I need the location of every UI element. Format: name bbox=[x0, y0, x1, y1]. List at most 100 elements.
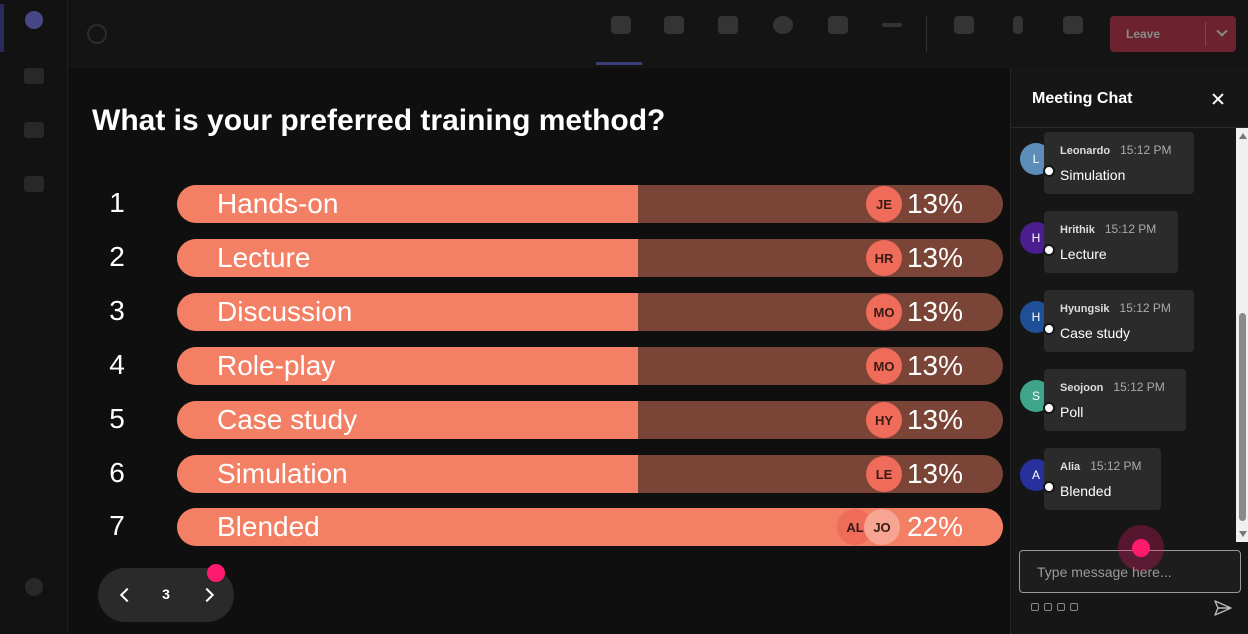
message-bubble[interactable]: Hyungsik 15:12 PM Case study bbox=[1044, 290, 1194, 352]
scroll-thumb[interactable] bbox=[1239, 313, 1246, 521]
message-text: Blended bbox=[1060, 483, 1112, 499]
option-label: Blended bbox=[217, 511, 320, 542]
voter-avatar: MO bbox=[866, 348, 902, 384]
option-rank: 1 bbox=[109, 187, 125, 218]
option-label: Discussion bbox=[217, 296, 353, 327]
result-bar: Hands-on JE 13% bbox=[177, 185, 1003, 223]
chevron-left-icon bbox=[119, 587, 135, 603]
send-icon[interactable] bbox=[1214, 600, 1232, 616]
gif-icon[interactable] bbox=[1070, 603, 1078, 611]
chevron-down-icon[interactable] bbox=[1216, 25, 1228, 37]
poll-option-row: 3 Discussion MO 13% bbox=[68, 293, 1010, 331]
leave-divider bbox=[1205, 22, 1206, 46]
smile-icon bbox=[773, 16, 793, 34]
cursor-dot bbox=[1132, 539, 1150, 557]
chat-message: A Alia 15:12 PM Blended bbox=[1011, 446, 1231, 510]
option-rank: 7 bbox=[109, 510, 125, 541]
previous-button[interactable] bbox=[115, 585, 135, 605]
share-button[interactable] bbox=[1047, 10, 1099, 60]
option-rank: 2 bbox=[109, 241, 125, 272]
sender-name: Alia bbox=[1060, 461, 1081, 473]
page-number: 3 bbox=[162, 586, 170, 602]
chat-message: S Seojoon 15:12 PM Poll bbox=[1011, 367, 1231, 431]
poll-option-row: 6 Simulation LE 13% bbox=[68, 455, 1010, 493]
leave-button[interactable]: Leave bbox=[1110, 16, 1236, 52]
result-bar: Case study HY 13% bbox=[177, 401, 1003, 439]
shield-icon bbox=[87, 24, 107, 44]
presence-status-icon bbox=[1043, 481, 1055, 493]
option-rank: 3 bbox=[109, 295, 125, 326]
option-rank: 6 bbox=[109, 457, 125, 488]
more-icon bbox=[882, 23, 902, 27]
message-time: 15:12 PM bbox=[1113, 380, 1165, 394]
message-text: Poll bbox=[1060, 404, 1084, 420]
result-bar: Discussion MO 13% bbox=[177, 293, 1003, 331]
voter-avatar: LE bbox=[866, 456, 902, 492]
option-percent: 22% bbox=[906, 511, 963, 542]
rail-item-calendar[interactable] bbox=[0, 176, 68, 192]
voter-avatar: JE bbox=[866, 186, 902, 222]
sender-name: Seojoon bbox=[1060, 382, 1104, 394]
react-button[interactable] bbox=[757, 10, 809, 60]
rail-item-help[interactable] bbox=[0, 578, 68, 596]
option-label: Hands-on bbox=[217, 188, 339, 219]
message-bubble[interactable]: Hrithik 15:12 PM Lecture bbox=[1044, 211, 1178, 273]
option-percent: 13% bbox=[906, 404, 963, 435]
view-button[interactable] bbox=[812, 10, 864, 60]
toolbar-divider bbox=[926, 16, 927, 52]
help-icon bbox=[25, 578, 43, 596]
chat-button[interactable] bbox=[595, 10, 647, 60]
calendar-icon bbox=[24, 176, 44, 192]
emoji-icon[interactable] bbox=[1057, 603, 1065, 611]
format-icon[interactable] bbox=[1031, 603, 1039, 611]
chat-message: L Leonardo 15:12 PM Simulation bbox=[1011, 130, 1231, 194]
scroll-down-icon[interactable] bbox=[1239, 531, 1247, 537]
message-time: 15:12 PM bbox=[1104, 222, 1157, 236]
result-bar: Blended AL JO 22% bbox=[177, 508, 1003, 546]
chat-icon bbox=[24, 122, 44, 138]
option-label: Lecture bbox=[217, 242, 311, 273]
left-rail bbox=[0, 0, 68, 634]
message-bubble[interactable]: Seojoon 15:12 PM Poll bbox=[1044, 369, 1186, 431]
message-bubble[interactable]: Alia 15:12 PM Blended bbox=[1044, 448, 1161, 510]
option-label: Simulation bbox=[217, 458, 348, 489]
voter-avatar: JO bbox=[864, 509, 900, 545]
rail-item-chat[interactable] bbox=[0, 122, 68, 138]
rail-item-communities[interactable] bbox=[0, 68, 68, 84]
chat-scrollbar[interactable] bbox=[1236, 128, 1248, 542]
raise-hand-button[interactable] bbox=[702, 10, 754, 60]
next-button[interactable] bbox=[199, 585, 219, 605]
scroll-up-icon[interactable] bbox=[1239, 133, 1247, 139]
option-rank: 5 bbox=[109, 403, 125, 434]
chat-messages: L Leonardo 15:12 PM Simulation H Hrithik 15:12… bbox=[1011, 128, 1248, 542]
presence-status-icon bbox=[1043, 165, 1055, 177]
presence-status-icon bbox=[1043, 323, 1055, 335]
sender-name: Hrithik bbox=[1060, 224, 1095, 236]
poll-option-row: 2 Lecture HR 13% bbox=[68, 239, 1010, 277]
pointer-indicator bbox=[207, 564, 225, 582]
voter-avatar: HY bbox=[866, 402, 902, 438]
message-text: Simulation bbox=[1060, 167, 1126, 183]
close-icon[interactable] bbox=[1207, 88, 1229, 110]
option-percent: 13% bbox=[906, 296, 963, 327]
poll-question: What is your preferred training method? bbox=[92, 104, 666, 137]
mic-button[interactable] bbox=[992, 10, 1044, 60]
attach-icon[interactable] bbox=[1044, 603, 1052, 611]
voter-avatar: HR bbox=[866, 240, 902, 276]
poll-option-row: 4 Role-play MO 13% bbox=[68, 347, 1010, 385]
option-label: Role-play bbox=[217, 350, 336, 381]
camera-button[interactable] bbox=[938, 10, 990, 60]
chat-panel: Meeting Chat L Leonardo 15:12 PM Simulation… bbox=[1010, 68, 1248, 634]
presence-status-icon bbox=[1043, 244, 1055, 256]
chevron-right-icon bbox=[199, 587, 215, 603]
message-bubble[interactable]: Leonardo 15:12 PM Simulation bbox=[1044, 132, 1194, 194]
option-percent: 13% bbox=[906, 350, 963, 381]
people-button[interactable] bbox=[648, 10, 700, 60]
chat-icon bbox=[611, 16, 631, 34]
activity-icon[interactable] bbox=[25, 11, 43, 29]
leave-label: Leave bbox=[1126, 27, 1161, 41]
message-time: 15:12 PM bbox=[1090, 459, 1142, 473]
communities-icon bbox=[24, 68, 44, 84]
result-bar: Lecture HR 13% bbox=[177, 239, 1003, 277]
more-button[interactable] bbox=[866, 10, 918, 60]
